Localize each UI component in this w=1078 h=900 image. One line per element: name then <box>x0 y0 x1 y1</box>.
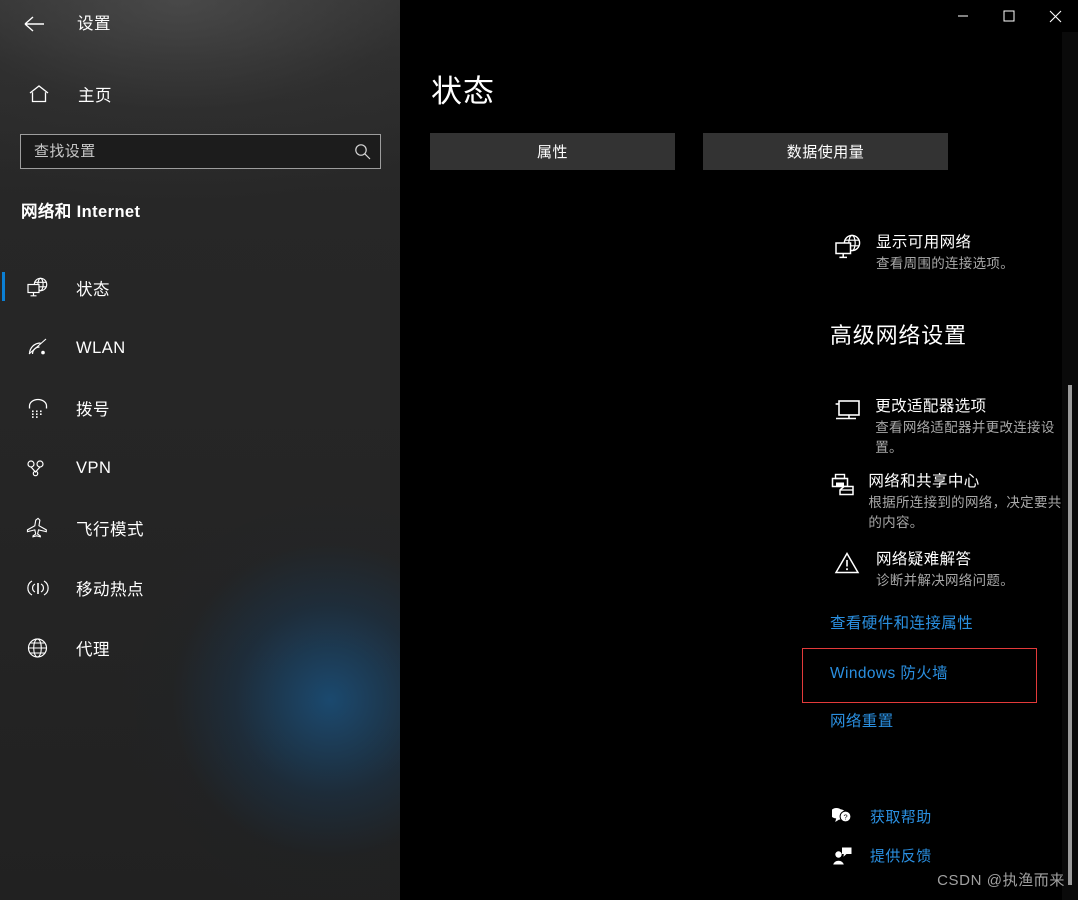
sidebar-item-dialup[interactable]: 拨号 <box>0 378 400 438</box>
scrollbar-thumb[interactable] <box>1068 385 1072 885</box>
feature-subtitle: 查看网络适配器并更改连接设置。 <box>875 420 1055 455</box>
monitor-globe-icon <box>830 232 868 262</box>
warning-triangle-icon <box>830 549 868 579</box>
sidebar-home-label: 主页 <box>78 87 112 105</box>
sidebar-item-proxy[interactable]: 代理 <box>0 618 400 678</box>
view-hardware-link[interactable]: 查看硬件和连接属性 <box>830 613 973 635</box>
wifi-icon <box>18 337 58 359</box>
settings-window: 设置 主页 网络和 Internet <box>0 0 1078 900</box>
send-feedback-link[interactable]: 提供反馈 <box>830 845 932 866</box>
airplane-icon <box>18 517 58 539</box>
sidebar-item-airplane-mode[interactable]: 飞行模式 <box>0 498 400 558</box>
feature-title: 网络和共享中心 <box>868 473 980 490</box>
dialup-phone-icon <box>18 397 58 419</box>
action-button-row: 属性 数据使用量 <box>430 133 990 170</box>
feature-title: 更改适配器选项 <box>875 398 987 415</box>
feature-title: 显示可用网络 <box>876 234 972 251</box>
sidebar-item-label: VPN <box>76 458 112 477</box>
feature-subtitle: 根据所连接到的网络，决定要共享的内容。 <box>868 495 1076 530</box>
feature-text: 显示可用网络 查看周围的连接选项。 <box>876 232 1014 274</box>
sidebar-item-label: 移动热点 <box>76 581 144 599</box>
data-usage-button[interactable]: 数据使用量 <box>703 133 948 170</box>
hotspot-icon <box>18 577 58 599</box>
watermark: CSDN @执渔而来 <box>937 872 1065 889</box>
sidebar-category-title: 网络和 Internet <box>21 203 141 221</box>
globe-proxy-icon <box>18 637 58 659</box>
minimize-icon[interactable] <box>940 0 986 32</box>
sidebar-item-label: 代理 <box>76 641 110 659</box>
vpn-icon <box>18 457 58 479</box>
home-icon <box>18 84 60 104</box>
feature-subtitle: 诊断并解决网络问题。 <box>876 573 1014 588</box>
page-title: 状态 <box>431 74 495 109</box>
svg-text:?: ? <box>843 812 847 821</box>
sidebar-item-home[interactable]: 主页 <box>0 76 400 112</box>
main-content: 状态 属性 数据使用量 显示可用网络 查看周围的连接选项。 高级网络设置 更改适… <box>400 0 1078 900</box>
printer-folder-icon <box>830 471 860 501</box>
sidebar-titlebar: 设置 <box>0 0 400 48</box>
feature-subtitle: 查看周围的连接选项。 <box>876 256 1014 271</box>
feature-title: 网络疑难解答 <box>876 551 972 568</box>
advanced-settings-heading: 高级网络设置 <box>830 323 967 348</box>
question-bubble-icon: ? <box>830 807 856 827</box>
network-reset-link[interactable]: 网络重置 <box>830 711 894 733</box>
change-adapter-options-item[interactable]: 更改适配器选项 查看网络适配器并更改连接设置。 <box>830 396 1078 458</box>
sidebar: 设置 主页 网络和 Internet <box>0 0 400 900</box>
selection-indicator <box>2 272 5 301</box>
monitor-icon <box>830 396 867 426</box>
sidebar-item-vpn[interactable]: VPN <box>0 438 400 498</box>
get-help-link[interactable]: ? 获取帮助 <box>830 806 932 827</box>
search-icon[interactable] <box>344 135 380 168</box>
network-sharing-center-item[interactable]: 网络和共享中心 根据所连接到的网络，决定要共享的内容。 <box>830 471 1078 533</box>
sidebar-item-hotspot[interactable]: 移动热点 <box>0 558 400 618</box>
app-title: 设置 <box>77 15 111 33</box>
help-link-label: 提供反馈 <box>870 848 932 865</box>
sidebar-item-status[interactable]: 状态 <box>0 258 400 318</box>
feedback-person-icon <box>830 846 856 866</box>
sidebar-item-label: 飞行模式 <box>76 521 144 539</box>
show-available-networks-item[interactable]: 显示可用网络 查看周围的连接选项。 <box>830 232 1014 274</box>
back-arrow-icon[interactable] <box>12 6 56 42</box>
sidebar-item-label: 状态 <box>76 281 110 299</box>
help-link-label: 获取帮助 <box>870 809 932 826</box>
network-status-icon <box>18 277 58 299</box>
vertical-scrollbar[interactable] <box>1062 32 1078 900</box>
window-controls <box>940 0 1078 32</box>
windows-firewall-link[interactable]: Windows 防火墙 <box>830 663 948 685</box>
feature-text: 网络和共享中心 根据所连接到的网络，决定要共享的内容。 <box>868 471 1078 533</box>
network-troubleshooter-item[interactable]: 网络疑难解答 诊断并解决网络问题。 <box>830 549 1014 591</box>
sidebar-nav-list: 状态 WLAN 拨号 VPN 飞行模式 移动热点 代理 <box>0 258 400 678</box>
search-box[interactable] <box>20 134 381 169</box>
feature-text: 网络疑难解答 诊断并解决网络问题。 <box>876 549 1014 591</box>
sidebar-item-label: WLAN <box>76 338 126 357</box>
feature-text: 更改适配器选项 查看网络适配器并更改连接设置。 <box>875 396 1078 458</box>
sidebar-item-wlan[interactable]: WLAN <box>0 318 400 378</box>
properties-button[interactable]: 属性 <box>430 133 675 170</box>
search-input[interactable] <box>21 143 344 160</box>
close-icon[interactable] <box>1032 0 1078 32</box>
sidebar-item-label: 拨号 <box>76 401 110 419</box>
maximize-icon[interactable] <box>986 0 1032 32</box>
